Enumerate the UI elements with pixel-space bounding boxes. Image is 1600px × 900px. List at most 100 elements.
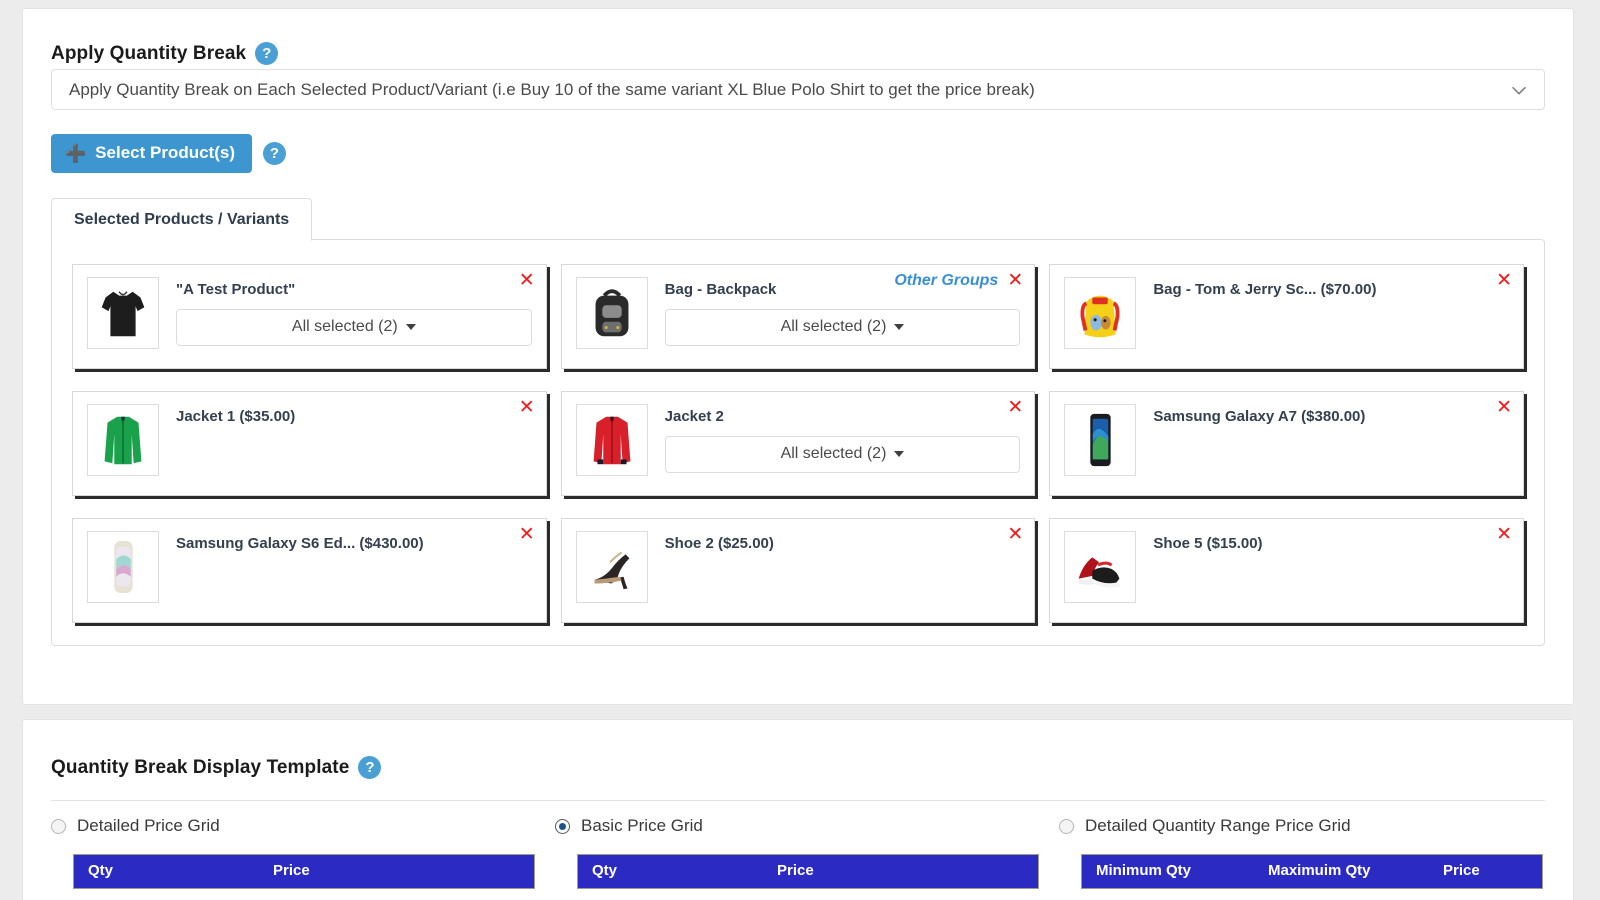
remove-x-icon[interactable]: ✕: [1007, 271, 1023, 290]
product-card: Other Groups ✕ Bag - Backpack All selected …: [560, 264, 1036, 369]
variant-select-button[interactable]: All selected (2): [664, 308, 1021, 346]
product-card-grid: ✕ "A Test Product" All selected (2) Other G…: [72, 264, 1524, 623]
product-name: Jacket 2: [664, 408, 724, 425]
plus-icon: ➕: [65, 143, 87, 163]
product-info: Shoe 2 ($25.00): [665, 531, 1021, 554]
selected-products-tabs: Selected Products / Variants ✕ "A Test Pr…: [51, 194, 1545, 646]
question-circle-icon[interactable]: ?: [255, 42, 279, 65]
red-sneaker-image: [1064, 531, 1137, 603]
black-tshirt-image: [87, 277, 159, 349]
radio-option-2[interactable]: Detailed Quantity Range Price Grid: [1059, 816, 1545, 836]
variant-select-button[interactable]: All selected (2): [664, 435, 1021, 473]
product-card: ✕ Bag - Tom & Jerry Sc... ($70.00): [1049, 264, 1524, 369]
product-card: ✕ Samsung Galaxy S6 Ed... ($430.00): [72, 518, 547, 623]
remove-x-icon[interactable]: ✕: [1496, 271, 1512, 290]
page-root: Apply Quantity Break ? Apply Quantity Br…: [0, 0, 1600, 900]
column-header: Qty: [592, 862, 618, 879]
radio-label: Basic Price Grid: [581, 816, 703, 835]
remove-x-icon[interactable]: ✕: [519, 398, 535, 417]
column-header: Maximuim Qty: [1268, 862, 1371, 879]
chevron-down-icon: [1512, 86, 1526, 95]
template-option-column: Detailed Quantity Range Price Grid Minimu…: [1059, 816, 1545, 889]
radio-option-1[interactable]: Basic Price Grid: [555, 816, 1041, 836]
product-name: Samsung Galaxy S6 Ed... ($430.00): [176, 535, 424, 552]
product-card: ✕ "A Test Product" All selected (2): [72, 264, 547, 369]
radio-button[interactable]: [1059, 818, 1074, 834]
remove-x-icon[interactable]: ✕: [1496, 525, 1512, 544]
column-header: Qty: [88, 862, 114, 879]
page-title: Apply Quantity Break: [51, 42, 247, 64]
remove-x-icon[interactable]: ✕: [519, 525, 535, 544]
variant-select-label: All selected (2): [780, 318, 887, 335]
apply-mode-value: Apply Quantity Break on Each Selected Pr…: [69, 79, 1035, 99]
question-circle-icon[interactable]: ?: [358, 756, 382, 779]
question-circle-icon[interactable]: ?: [262, 142, 286, 165]
price-grid-preview: Qty Price: [73, 854, 535, 889]
apply-quantity-break-heading: Apply Quantity Break ?: [51, 42, 279, 65]
price-grid-preview: Minimum Qty Maximuim Qty Price: [1081, 854, 1543, 889]
black-smartphone-image: [1064, 404, 1137, 476]
product-name: Jacket 1 ($35.00): [176, 408, 296, 425]
product-name: Shoe 5 ($15.00): [1153, 535, 1263, 552]
product-info: Jacket 1 ($35.00): [176, 404, 532, 427]
variant-select-button[interactable]: All selected (2): [176, 308, 532, 346]
column-header: Price: [273, 862, 310, 879]
tab-selected-products-variants[interactable]: Selected Products / Variants: [51, 198, 313, 241]
display-template-heading: Quantity Break Display Template ?: [51, 756, 382, 779]
remove-x-icon[interactable]: ✕: [1496, 398, 1512, 417]
product-info: "A Test Product" All selected (2): [176, 277, 532, 346]
remove-x-icon[interactable]: ✕: [519, 271, 535, 290]
tab-label: Selected Products / Variants: [74, 211, 290, 228]
tab-panel-selected-products: ✕ "A Test Product" All selected (2) Other G…: [51, 239, 1545, 646]
product-info: Samsung Galaxy S6 Ed... ($430.00): [176, 531, 532, 554]
product-name: Bag - Tom & Jerry Sc... ($70.00): [1153, 281, 1377, 298]
product-info: Jacket 2 All selected (2): [664, 404, 1021, 473]
radio-label: Detailed Price Grid: [77, 816, 220, 835]
product-card: ✕ Jacket 2 All selected (2): [560, 391, 1036, 496]
caret-down-icon: [894, 324, 905, 330]
product-card: ✕ Samsung Galaxy A7 ($380.00): [1049, 391, 1524, 496]
column-header: Minimum Qty: [1096, 862, 1192, 879]
radio-button[interactable]: [51, 818, 66, 834]
remove-x-icon[interactable]: ✕: [1007, 398, 1023, 417]
select-products-button[interactable]: ➕ Select Product(s): [51, 134, 252, 173]
column-header: Price: [777, 862, 814, 879]
variant-select-label: All selected (2): [780, 445, 887, 462]
product-card: ✕ Shoe 5 ($15.00): [1049, 518, 1524, 623]
red-jacket-image: [575, 404, 648, 476]
radio-option-0[interactable]: Detailed Price Grid: [51, 816, 537, 836]
product-name: Samsung Galaxy A7 ($380.00): [1153, 408, 1366, 425]
divider: [51, 800, 1545, 801]
caret-down-icon: [405, 324, 416, 330]
other-groups-link[interactable]: Other Groups: [894, 272, 998, 290]
column-header: Price: [1443, 862, 1480, 879]
price-grid-header-row: Qty Price: [578, 855, 1038, 888]
apply-quantity-break-panel: Apply Quantity Break ? Apply Quantity Br…: [22, 8, 1574, 705]
select-products-label: Select Product(s): [95, 143, 235, 162]
remove-x-icon[interactable]: ✕: [1007, 525, 1023, 544]
price-grid-header-row: Qty Price: [74, 855, 534, 888]
product-info: Bag - Tom & Jerry Sc... ($70.00): [1153, 277, 1509, 300]
green-jacket-image: [87, 404, 159, 476]
tab-bar: Selected Products / Variants: [51, 194, 1545, 241]
product-name: Shoe 2 ($25.00): [664, 535, 774, 552]
section-title: Quantity Break Display Template: [51, 756, 350, 778]
apply-mode-select[interactable]: Apply Quantity Break on Each Selected Pr…: [51, 69, 1545, 110]
display-template-panel: Quantity Break Display Template ? Detail…: [22, 719, 1574, 900]
caret-down-icon: [894, 451, 905, 457]
template-option-column: Basic Price Grid Qty Price: [555, 816, 1041, 889]
product-info: Samsung Galaxy A7 ($380.00): [1153, 404, 1509, 427]
product-name: "A Test Product": [176, 281, 296, 298]
white-smartphone-image: [87, 531, 159, 603]
select-products-row: ➕ Select Product(s) ?: [51, 134, 286, 173]
black-backpack-image: [575, 277, 648, 349]
price-grid-header-row: Minimum Qty Maximuim Qty Price: [1082, 855, 1542, 888]
yellow-kids-backpack-image: [1064, 277, 1137, 349]
template-option-column: Detailed Price Grid Qty Price: [51, 816, 537, 889]
product-card: ✕ Jacket 1 ($35.00): [72, 391, 547, 496]
price-grid-preview: Qty Price: [577, 854, 1039, 889]
variant-select-label: All selected (2): [291, 318, 398, 335]
radio-label: Detailed Quantity Range Price Grid: [1085, 816, 1351, 835]
high-heel-shoe-image: [575, 531, 648, 603]
radio-button[interactable]: [555, 818, 570, 834]
